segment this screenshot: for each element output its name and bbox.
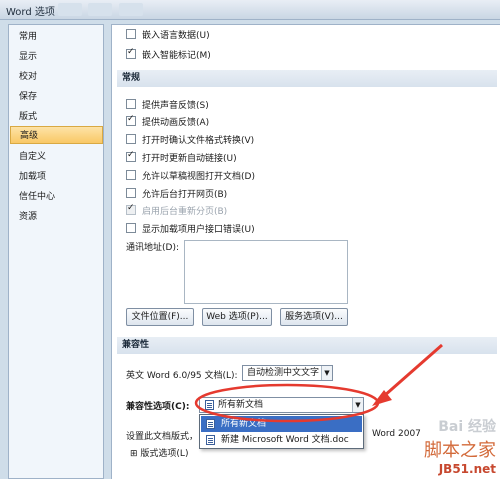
watermark-url: JB51.net [438,462,496,476]
web-options-button[interactable]: Web 选项(P)... [202,308,272,326]
sidebar-item-display[interactable]: 显示 [10,48,103,66]
background-tab [88,3,112,16]
dropdown-option-current-document[interactable]: 新建 Microsoft Word 文档.doc [201,432,362,448]
english-word-docs-label: 英文 Word 6.0/95 文档(L): [126,371,238,381]
document-icon [206,419,215,429]
chevron-down-icon[interactable]: ▼ [352,398,363,412]
sound-feedback-option[interactable]: 提供声音反馈(S) [126,97,209,111]
layout-as-label: 设置此文档版式， [126,432,199,442]
options-category-list: 常用 显示 校对 保存 版式 高级 自定义 加载项 信任中心 资源 [8,24,104,479]
checkbox[interactable] [126,134,136,144]
checkbox[interactable] [126,99,136,109]
layout-as-value: Word 2007 [372,429,421,439]
sidebar-item-customize[interactable]: 自定义 [10,148,103,166]
checkbox[interactable] [126,150,136,162]
sidebar-item-advanced[interactable]: 高级 [10,126,103,144]
compatibility-options-label: 兼容性选项(C): [126,402,190,412]
watermark-site-name: 脚本之家 [424,440,496,461]
option-label: 所有新文档 [221,419,267,429]
compatibility-options-select[interactable]: 所有新文档 ▼ [199,397,364,413]
mailing-address-field[interactable] [184,240,348,304]
dropdown-option-all-new-documents[interactable]: 所有新文档 [201,416,362,432]
layout-options-label: 版式选项(L) [140,449,189,459]
chevron-down-icon[interactable]: ▼ [321,366,332,380]
animation-feedback-option[interactable]: 提供动画反馈(A) [126,114,209,128]
background-tab [58,3,82,16]
title-bar: Word 选项 [0,0,500,20]
update-automatic-links-option[interactable]: 打开时更新自动链接(U) [126,150,237,164]
section-heading-compatibility: 兼容性 [117,337,497,354]
section-heading-general: 常规 [117,70,497,87]
checkbox[interactable] [126,223,136,233]
checkbox[interactable] [126,188,136,198]
select-value: 所有新文档 [218,400,264,410]
english-word-docs-select[interactable]: 自动检测中文文字 ▼ [242,365,333,381]
checkbox[interactable] [126,29,136,39]
option-label: 显示加载项用户接口错误(U) [142,224,255,235]
background-repagination-option: 启用后台重新分页(B) [126,203,227,217]
checkbox [126,203,136,215]
option-label: 启用后台重新分页(B) [142,206,228,217]
embed-language-data-option[interactable]: 嵌入语言数据(U) [126,27,210,41]
draft-view-option[interactable]: 允许以草稿视图打开文档(D) [126,168,255,182]
option-label: 嵌入语言数据(U) [142,30,210,41]
confirm-format-conversion-option[interactable]: 打开时确认文件格式转换(V) [126,132,254,146]
sidebar-item-general[interactable]: 常用 [10,28,103,46]
embed-smart-tags-option[interactable]: 嵌入智能标记(M) [126,47,211,61]
option-label: 新建 Microsoft Word 文档.doc [221,435,349,445]
advanced-options-panel: 嵌入语言数据(U) 嵌入智能标记(M) 常规 提供声音反馈(S) 提供动画反馈(… [111,24,500,479]
sidebar-item-resources[interactable]: 资源 [10,208,103,226]
option-label: 允许后台打开网页(B) [142,189,228,200]
sidebar-item-save[interactable]: 保存 [10,88,103,106]
service-options-button[interactable]: 服务选项(V)... [280,308,348,326]
document-icon [206,435,215,445]
mailing-address-label: 通讯地址(D): [126,243,179,253]
option-label: 嵌入智能标记(M) [142,50,211,61]
window-title: Word 选项 [6,7,55,18]
select-value: 自动检测中文文字 [247,368,320,378]
option-label: 提供声音反馈(S) [142,100,209,111]
sidebar-item-add-ins[interactable]: 加载项 [10,168,103,186]
sidebar-item-trust-center[interactable]: 信任中心 [10,188,103,206]
watermark: Bai 经验 脚本之家 JB51.net [424,416,496,476]
add-in-ui-errors-option[interactable]: 显示加载项用户接口错误(U) [126,221,255,235]
checkbox[interactable] [126,170,136,180]
checkbox[interactable] [126,114,136,126]
sidebar-item-layout[interactable]: 版式 [10,108,103,126]
background-open-web-pages-option[interactable]: 允许后台打开网页(B) [126,186,227,200]
background-tab [119,3,143,16]
baidu-jingyan-logo: Bai 经验 [438,419,496,435]
document-icon [205,400,214,410]
option-label: 打开时确认文件格式转换(V) [142,135,255,146]
option-label: 打开时更新自动链接(U) [142,153,237,164]
layout-options-expander[interactable]: ⊞ 版式选项(L) [130,446,188,459]
checkbox[interactable] [126,47,136,59]
expand-plus-icon[interactable]: ⊞ [130,449,138,459]
compatibility-options-dropdown-list: 所有新文档 新建 Microsoft Word 文档.doc [199,414,364,449]
sidebar-item-proofing[interactable]: 校对 [10,68,103,86]
option-label: 提供动画反馈(A) [142,117,210,128]
file-locations-button[interactable]: 文件位置(F)... [126,308,194,326]
option-label: 允许以草稿视图打开文档(D) [142,171,255,182]
